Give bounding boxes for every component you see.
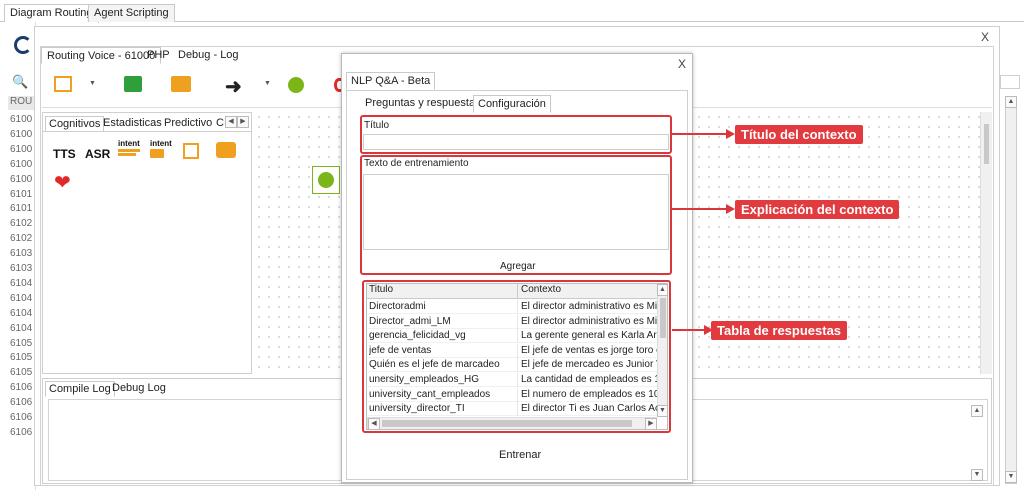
route-row-label[interactable]: 6102 xyxy=(10,218,32,229)
tab-php[interactable]: PHP xyxy=(142,47,175,64)
route-row-label[interactable]: 6100 xyxy=(10,159,32,170)
heart-icon[interactable]: ❤ xyxy=(54,173,71,193)
tab-compile-log[interactable]: Compile Log xyxy=(45,381,115,397)
route-row-label[interactable]: 6106 xyxy=(10,412,32,423)
chevron-down-icon-2[interactable]: ▼ xyxy=(264,80,271,87)
scroll-down-icon[interactable]: ▼ xyxy=(1005,471,1017,483)
start-node[interactable] xyxy=(312,166,340,194)
close-icon[interactable]: X xyxy=(981,30,989,44)
scroll-up-icon[interactable]: ▲ xyxy=(1005,96,1017,108)
route-row-label[interactable]: 6104 xyxy=(10,308,32,319)
route-row-label[interactable]: 6106 xyxy=(10,397,32,408)
route-row-label[interactable]: 6104 xyxy=(10,323,32,334)
training-highlight xyxy=(360,155,672,275)
dialog-close-icon[interactable]: X xyxy=(678,57,686,71)
tab-debug-log[interactable]: Debug - Log xyxy=(173,47,244,64)
asr-icon[interactable]: ASR xyxy=(85,147,110,161)
route-row-label[interactable]: 6105 xyxy=(10,338,32,349)
intent-ai-icon[interactable]: intent xyxy=(150,139,172,159)
top-tab-bar: Diagram Routing Agent Scripting xyxy=(0,0,1024,23)
callout-answers-table: Tabla de respuestas xyxy=(711,321,848,340)
chevron-down-icon[interactable]: ▼ xyxy=(89,80,96,87)
canvas-vertical-scrollbar[interactable] xyxy=(980,112,992,374)
new-window-icon[interactable] xyxy=(54,76,72,92)
start-node-icon[interactable] xyxy=(288,77,304,93)
route-row-label[interactable]: 6101 xyxy=(10,189,32,200)
palette-tab-predictivo[interactable]: Predictivo xyxy=(161,116,215,130)
tab-preguntas-respuestas[interactable]: Preguntas y respuestas xyxy=(361,95,485,111)
callout-title-context: Título del contexto xyxy=(735,125,863,144)
route-row-label[interactable]: 6106 xyxy=(10,427,32,438)
tab-diagram-routing[interactable]: Diagram Routing xyxy=(4,4,99,23)
route-row-label[interactable]: 6101 xyxy=(10,203,32,214)
component-palette: Cognitivos Estadisticas Predictivo C ◀ ▶… xyxy=(42,112,252,374)
logo-icon xyxy=(14,36,32,54)
tab-debug-log-panel[interactable]: Debug Log xyxy=(109,381,169,395)
route-row-label[interactable]: 6104 xyxy=(10,278,32,289)
palette-tab-cognitivos[interactable]: Cognitivos xyxy=(45,116,105,132)
page-vertical-scrollbar[interactable]: ▲ ▼ xyxy=(1005,96,1017,484)
route-row-label[interactable]: 6105 xyxy=(10,352,32,363)
log-scroll-up-icon[interactable]: ▲ xyxy=(971,405,983,417)
arrow-head-title xyxy=(726,129,735,139)
route-row-label[interactable]: 6102 xyxy=(10,233,32,244)
palette-scroll-right[interactable]: ▶ xyxy=(237,116,249,128)
arrow-right-icon[interactable]: ➜ xyxy=(225,74,242,99)
search-icon[interactable]: 🔍 xyxy=(12,74,28,90)
route-row-label[interactable]: 6100 xyxy=(10,174,32,185)
route-row-label[interactable]: 6106 xyxy=(10,382,32,393)
tab-configuracion[interactable]: Configuración xyxy=(473,95,551,113)
arrow-explanation xyxy=(672,208,727,210)
tab-agent-scripting[interactable]: Agent Scripting xyxy=(88,4,175,22)
route-row-label[interactable]: 6100 xyxy=(10,114,32,125)
train-button[interactable]: Entrenar xyxy=(499,449,541,461)
qa-icon[interactable] xyxy=(216,142,236,158)
table-highlight xyxy=(362,280,671,433)
open-folder-icon[interactable] xyxy=(171,76,191,92)
arrow-title xyxy=(672,133,727,135)
title-highlight xyxy=(360,115,672,154)
tts-icon[interactable]: TTS xyxy=(53,147,76,161)
right-search-box[interactable] xyxy=(1000,75,1020,89)
palette-tab-estadisticas[interactable]: Estadisticas xyxy=(100,116,165,130)
route-row-label[interactable]: 6105 xyxy=(10,367,32,378)
arrow-table xyxy=(672,329,705,331)
log-scroll-down-icon[interactable]: ▼ xyxy=(971,469,983,481)
route-row-label[interactable]: 6103 xyxy=(10,248,32,259)
dialog-title-tab[interactable]: NLP Q&A - Beta xyxy=(346,72,436,90)
route-row-label[interactable]: 6104 xyxy=(10,293,32,304)
palette-scroll-left[interactable]: ◀ xyxy=(225,116,237,128)
callout-explanation-context: Explicación del contexto xyxy=(735,200,900,219)
route-row-label[interactable]: 6100 xyxy=(10,144,32,155)
route-row-label[interactable]: 6103 xyxy=(10,263,32,274)
chip-icon[interactable] xyxy=(183,143,199,159)
start-node-icon-canvas xyxy=(318,172,334,188)
save-icon[interactable] xyxy=(124,76,142,92)
route-row-label[interactable]: 6100 xyxy=(10,129,32,140)
arrow-head-explanation xyxy=(726,204,735,214)
intent-icon[interactable]: intent xyxy=(118,139,140,159)
